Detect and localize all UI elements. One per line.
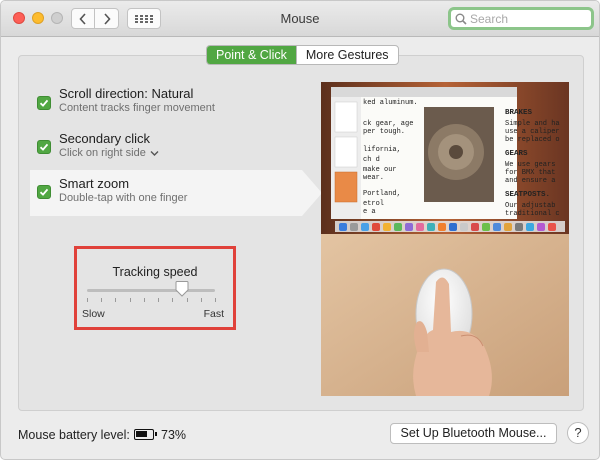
battery-icon bbox=[134, 429, 157, 440]
dock-app-icon bbox=[427, 223, 435, 231]
preview-text-line: Simple and ha bbox=[505, 120, 560, 128]
dock-app-icon bbox=[339, 223, 347, 231]
preview-text-line: etrol bbox=[363, 200, 385, 208]
dock-app-icon bbox=[471, 223, 479, 231]
dock-app-icon bbox=[504, 223, 512, 231]
dock-app-icon bbox=[537, 223, 545, 231]
tab-bar: Point & Click More Gestures bbox=[206, 45, 399, 65]
preview-text-line: Portland, bbox=[363, 190, 401, 198]
slider-tick bbox=[143, 298, 145, 302]
scroll-direction-description: Content tracks finger movement bbox=[59, 102, 215, 114]
dock-app-icon bbox=[438, 223, 446, 231]
setup-bluetooth-mouse-button[interactable]: Set Up Bluetooth Mouse... bbox=[390, 423, 557, 444]
smart-zoom-label: Smart zoom bbox=[59, 176, 130, 191]
titlebar: Mouse bbox=[1, 1, 599, 37]
preview-text-line: for BMX that bbox=[505, 169, 556, 177]
dock-app-icon bbox=[526, 223, 534, 231]
preview-text-line: make our bbox=[363, 166, 397, 174]
battery-level-label: Mouse battery level: bbox=[18, 428, 130, 442]
tracking-speed-slider[interactable] bbox=[87, 289, 215, 292]
slider-tick bbox=[186, 298, 188, 302]
dock-app-icon bbox=[493, 223, 501, 231]
preview-text-line: ked aluminum. bbox=[363, 99, 418, 107]
slider-max-label: Fast bbox=[203, 308, 224, 320]
slider-tick bbox=[129, 298, 131, 302]
scroll-direction-checkbox[interactable] bbox=[37, 96, 51, 110]
preview-text-line: per tough. bbox=[363, 128, 406, 136]
search-field[interactable] bbox=[448, 7, 594, 30]
dock-app-icon bbox=[416, 223, 424, 231]
dock-app-icon bbox=[482, 223, 490, 231]
slider-tick bbox=[115, 298, 117, 302]
preview-text-line: and ensure a bbox=[505, 177, 556, 185]
search-input[interactable] bbox=[470, 11, 590, 26]
selection-pointer bbox=[302, 170, 322, 216]
preview-heading: SEATPOSTS. bbox=[505, 191, 551, 199]
dock-app-icon bbox=[350, 223, 358, 231]
tracking-speed-highlight: Tracking speed Slow Fast bbox=[74, 246, 236, 330]
preview-text-line: ch d bbox=[363, 156, 380, 164]
slider-tick bbox=[172, 298, 174, 302]
slider-thumb[interactable] bbox=[175, 281, 189, 297]
smart-zoom-description: Double-tap with one finger bbox=[59, 192, 188, 204]
dock-app-icon bbox=[548, 223, 556, 231]
preview-text-line: wear. bbox=[363, 174, 385, 182]
secondary-click-popup[interactable]: Click on right side bbox=[59, 147, 159, 159]
preview-text-line: e a bbox=[363, 208, 376, 216]
chevron-down-icon bbox=[150, 150, 159, 156]
preview-text-line: traditional c bbox=[505, 210, 560, 218]
preview-text-line: Our adjustab bbox=[505, 202, 556, 210]
smart-zoom-checkbox[interactable] bbox=[37, 185, 51, 199]
checkmark-icon bbox=[39, 99, 49, 107]
preview-heading: BRAKES bbox=[505, 109, 533, 117]
secondary-click-option: Click on right side bbox=[59, 147, 146, 159]
slider-tick bbox=[87, 298, 88, 302]
secondary-click-label: Secondary click bbox=[59, 131, 151, 146]
slider-tick bbox=[158, 298, 160, 302]
preview-heading: GEARS bbox=[505, 150, 528, 158]
preview-text-line: lifornia, bbox=[363, 146, 401, 154]
preview-text-line: be replaced o bbox=[505, 136, 560, 144]
dock-app-icon bbox=[361, 223, 369, 231]
checkmark-icon bbox=[39, 188, 49, 196]
dock-app-icon bbox=[383, 223, 391, 231]
content-panel: Scroll direction: Natural Content tracks… bbox=[18, 55, 584, 411]
preview-text-line: We use gears bbox=[505, 161, 556, 169]
dock-app-icon bbox=[449, 223, 457, 231]
dock-app-icon bbox=[460, 223, 468, 231]
slider-tick bbox=[101, 298, 103, 302]
gesture-preview-video: ked aluminum. ck gear, age per tough. lifor… bbox=[321, 82, 569, 396]
search-icon bbox=[455, 13, 467, 25]
secondary-click-checkbox[interactable] bbox=[37, 140, 51, 154]
dock-app-icon bbox=[405, 223, 413, 231]
dock-app-icon bbox=[394, 223, 402, 231]
slider-tick bbox=[200, 298, 202, 302]
checkmark-icon bbox=[39, 143, 49, 151]
dock-app-icon bbox=[515, 223, 523, 231]
preview-text-line: ck gear, age bbox=[363, 120, 414, 128]
tracking-speed-title: Tracking speed bbox=[112, 265, 198, 279]
dock-app-icon bbox=[372, 223, 380, 231]
mouse-preferences-window: Mouse Point & Click More Gestures Scroll… bbox=[0, 0, 600, 460]
battery-percentage: 73% bbox=[161, 428, 187, 442]
preview-text-line: use a caliper bbox=[505, 128, 560, 136]
help-button[interactable]: ? bbox=[567, 422, 589, 444]
slider-tick bbox=[215, 298, 216, 302]
tab-point-and-click[interactable]: Point & Click bbox=[207, 46, 296, 64]
scroll-direction-label: Scroll direction: Natural bbox=[59, 86, 194, 101]
tab-more-gestures[interactable]: More Gestures bbox=[295, 46, 398, 64]
slider-min-label: Slow bbox=[82, 308, 105, 320]
